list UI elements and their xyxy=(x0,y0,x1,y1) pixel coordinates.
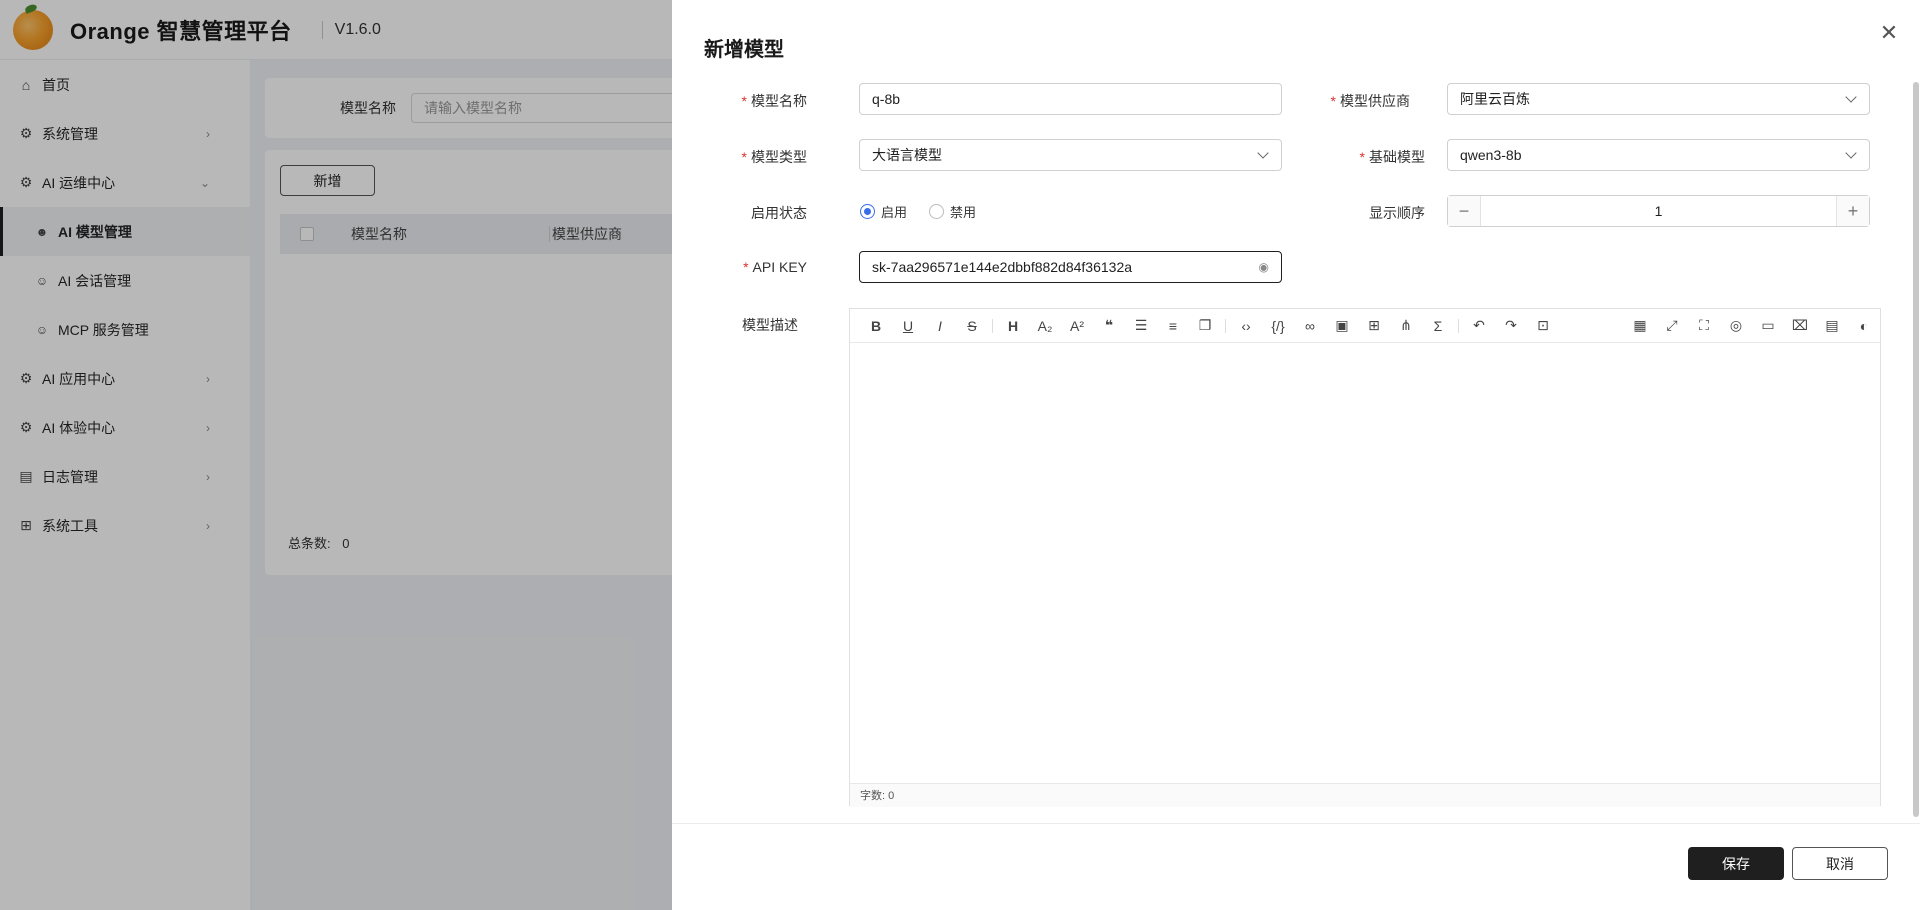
page-fullscreen-icon[interactable]: ⤢ xyxy=(1656,317,1688,334)
catalog-icon[interactable]: ▤ xyxy=(1816,317,1848,334)
radio-disabled[interactable] xyxy=(929,204,945,219)
required-mark: * xyxy=(743,259,749,275)
toolbar-divider xyxy=(1458,318,1459,333)
required-mark: * xyxy=(1359,149,1365,165)
label-text: 模型名称 xyxy=(751,93,807,109)
image-icon[interactable]: ▣ xyxy=(1326,317,1358,334)
ordered-list-icon[interactable]: ≡ xyxy=(1157,318,1189,334)
decrement-button[interactable]: − xyxy=(1448,196,1480,226)
quote-icon[interactable]: ❝ xyxy=(1093,317,1125,334)
base-model-select[interactable]: qwen3-8b xyxy=(1447,139,1870,171)
status-label: 启用状态 xyxy=(751,205,807,221)
preview-icon[interactable]: ◎ xyxy=(1720,317,1752,334)
editor-toolbar: B U I S H A₂ A² ❝ ☰ ≡ ❐ ‹› {/} ∞ ▣ ⊞ ⋔ Σ… xyxy=(850,309,1880,343)
code-block-icon[interactable]: {/} xyxy=(1262,318,1294,334)
toolbar-divider xyxy=(1225,318,1226,333)
scrollbar-thumb[interactable] xyxy=(1913,82,1919,817)
provider-label: * 模型供应商 xyxy=(1280,91,1410,111)
editor-text-area[interactable] xyxy=(850,343,1880,783)
api-key-input[interactable]: sk-7aa296571e144e2dbbf882d84f36132a ◉ xyxy=(859,251,1282,283)
html-preview-icon[interactable]: ⌧ xyxy=(1784,317,1816,334)
link-icon[interactable]: ∞ xyxy=(1294,318,1326,334)
prettier-icon[interactable]: ▦ xyxy=(1624,317,1656,334)
required-mark: * xyxy=(741,93,747,109)
word-count: 字数: 0 xyxy=(850,783,1880,807)
status-radio-group: 启用 禁用 xyxy=(860,202,998,221)
scrollbar[interactable] xyxy=(1912,82,1920,817)
formula-icon[interactable]: Σ xyxy=(1422,318,1454,334)
chevron-down-icon xyxy=(1845,147,1857,159)
eye-icon[interactable]: ◉ xyxy=(1259,260,1269,274)
save-button[interactable]: 保存 xyxy=(1688,847,1784,880)
strikethrough-icon[interactable]: S xyxy=(956,318,988,334)
save-icon[interactable]: ⊡ xyxy=(1527,317,1559,334)
markdown-editor: B U I S H A₂ A² ❝ ☰ ≡ ❐ ‹› {/} ∞ ▣ ⊞ ⋔ Σ… xyxy=(849,308,1881,807)
chevron-down-icon xyxy=(1845,91,1857,103)
code-row-icon[interactable]: ‹› xyxy=(1230,318,1262,334)
display-order-stepper: − 1 + xyxy=(1447,195,1870,227)
label-text: API KEY xyxy=(752,259,807,275)
base-model-label: * 基础模型 xyxy=(1295,147,1425,167)
model-type-label: * 模型类型 xyxy=(677,147,807,167)
close-icon[interactable]: ✕ xyxy=(1878,22,1900,44)
add-model-drawer: 新增模型 ✕ * 模型名称 q-8b * 模型供应商 阿里云百炼 * 模型类型 大语言… xyxy=(672,0,1920,910)
bold-icon[interactable]: B xyxy=(860,318,892,334)
italic-icon[interactable]: I xyxy=(924,318,956,334)
radio-disabled-label[interactable]: 禁用 xyxy=(950,202,976,221)
chevron-down-icon xyxy=(1257,147,1269,159)
fullscreen-icon[interactable]: ⛶ xyxy=(1688,317,1720,334)
provider-select[interactable]: 阿里云百炼 xyxy=(1447,83,1870,115)
task-list-icon[interactable]: ❐ xyxy=(1189,317,1221,334)
label-text: 模型类型 xyxy=(751,149,807,165)
model-name-label: * 模型名称 xyxy=(677,91,807,111)
superscript-icon[interactable]: A² xyxy=(1061,318,1093,334)
model-name-input[interactable]: q-8b xyxy=(859,83,1282,115)
unordered-list-icon[interactable]: ☰ xyxy=(1125,317,1157,334)
github-icon[interactable]: ◐ xyxy=(1848,318,1880,334)
provider-value: 阿里云百炼 xyxy=(1460,91,1530,107)
label-text: 基础模型 xyxy=(1369,149,1425,165)
drawer-footer-divider xyxy=(672,823,1920,824)
display-order-label: 显示顺序 xyxy=(1369,205,1425,221)
display-order-value[interactable]: 1 xyxy=(1480,196,1837,226)
radio-enabled[interactable] xyxy=(860,204,875,219)
toolbar-divider xyxy=(992,318,993,333)
radio-enabled-label[interactable]: 启用 xyxy=(881,202,907,221)
required-mark: * xyxy=(1330,93,1336,109)
mermaid-icon[interactable]: ⋔ xyxy=(1390,317,1422,334)
underline-icon[interactable]: U xyxy=(892,318,924,334)
subscript-icon[interactable]: A₂ xyxy=(1029,318,1061,334)
required-mark: * xyxy=(741,149,747,165)
cancel-button[interactable]: 取消 xyxy=(1792,847,1888,880)
model-type-value: 大语言模型 xyxy=(872,147,942,163)
base-model-value: qwen3-8b xyxy=(1460,147,1522,163)
redo-icon[interactable]: ↷ xyxy=(1495,317,1527,334)
heading-icon[interactable]: H xyxy=(997,318,1029,334)
preview-only-icon[interactable]: ▭ xyxy=(1752,317,1784,334)
api-key-label: * API KEY xyxy=(677,259,807,275)
api-key-value: sk-7aa296571e144e2dbbf882d84f36132a xyxy=(872,259,1133,275)
drawer-title: 新增模型 xyxy=(704,39,784,61)
label-text: 模型供应商 xyxy=(1340,93,1410,109)
increment-button[interactable]: + xyxy=(1837,196,1869,226)
description-label: 模型描述 xyxy=(742,317,798,333)
model-type-select[interactable]: 大语言模型 xyxy=(859,139,1282,171)
table-icon[interactable]: ⊞ xyxy=(1358,317,1390,334)
undo-icon[interactable]: ↶ xyxy=(1463,317,1495,334)
